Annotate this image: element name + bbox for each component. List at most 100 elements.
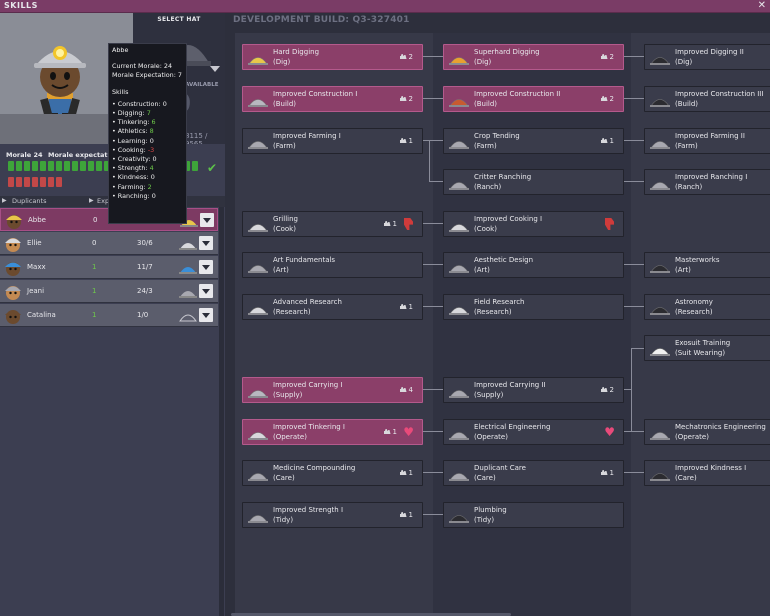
skill-critter-ranching[interactable]: Critter Ranching (Ranch) bbox=[443, 169, 624, 195]
duplicant-name: Maxx bbox=[27, 263, 46, 271]
avatar bbox=[5, 310, 21, 324]
morale-segment bbox=[56, 161, 62, 171]
skill-cost: 2 bbox=[400, 53, 413, 61]
tooltip-attribute: • Athletics: 8 bbox=[112, 127, 154, 136]
tooltip-skills-header: Skills bbox=[112, 87, 129, 96]
skill-name: Plumbing (Tidy) bbox=[474, 506, 507, 524]
hat-dropdown-button[interactable] bbox=[199, 308, 213, 322]
skill-cost: 2 bbox=[400, 95, 413, 103]
skill-improved-construction-ii[interactable]: Improved Construction II (Build) 2 bbox=[443, 86, 624, 112]
skill-hat-icon bbox=[449, 307, 469, 315]
sort-icon[interactable]: ▶ bbox=[2, 197, 7, 204]
skill-medicine-compounding[interactable]: Medicine Compounding (Care) 1 bbox=[242, 460, 423, 486]
duplicant-row-ellie[interactable]: Ellie 0 30/6 bbox=[0, 232, 218, 255]
skill-hat-icon bbox=[449, 473, 469, 481]
duplicant-name: Jeani bbox=[27, 287, 45, 295]
skill-name: Improved Ranching I (Ranch) bbox=[675, 173, 748, 191]
hat-dropdown-button[interactable] bbox=[199, 260, 213, 274]
close-icon[interactable]: ✕ bbox=[758, 0, 766, 11]
tooltip-attribute: • Strength: 4 bbox=[112, 164, 154, 173]
hat-dropdown-button[interactable] bbox=[199, 284, 213, 298]
skill-superhard-digging[interactable]: Superhard Digging (Dig) 2 bbox=[443, 44, 624, 70]
morale-segment bbox=[80, 161, 86, 171]
skill-aesthetic-design[interactable]: Aesthetic Design (Art) bbox=[443, 252, 624, 278]
avatar bbox=[5, 238, 21, 252]
avatar bbox=[5, 262, 21, 276]
skill-hat-icon bbox=[650, 99, 670, 107]
skill-grilling[interactable]: Grilling (Cook) 1 bbox=[242, 211, 423, 237]
skill-duplicant-care[interactable]: Duplicant Care (Care) 1 bbox=[443, 460, 624, 486]
skill-hat-icon bbox=[650, 348, 670, 356]
tooltip-attribute: • Digging: 7 bbox=[112, 109, 151, 118]
skill-hat-icon bbox=[650, 141, 670, 149]
skill-name: Astronomy (Research) bbox=[675, 298, 713, 316]
skill-name: Masterworks (Art) bbox=[675, 256, 720, 274]
duplicant-row-catalina[interactable]: Catalina 1 1/0 bbox=[0, 304, 218, 327]
skill-name: Improved Cooking I (Cook) bbox=[474, 215, 543, 233]
skill-name: Superhard Digging (Dig) bbox=[474, 48, 540, 66]
skill-exosuit-training[interactable]: Exosuit Training (Suit Wearing) bbox=[644, 335, 770, 361]
list-scrollbar[interactable] bbox=[219, 207, 224, 616]
skill-astronomy[interactable]: Astronomy (Research) bbox=[644, 294, 770, 320]
duplicant-row-jeani[interactable]: Jeani 1 24/3 bbox=[0, 280, 218, 303]
skill-cost: 2 bbox=[601, 53, 614, 61]
skill-cost: 1 bbox=[400, 303, 413, 311]
duplicant-name: Catalina bbox=[27, 311, 56, 319]
tooltip-morale: Current Morale: 24 bbox=[112, 62, 173, 71]
duplicant-morale-ratio: 1/0 bbox=[137, 311, 149, 319]
skill-name: Improved Carrying I (Supply) bbox=[273, 381, 343, 399]
hat-icon bbox=[179, 314, 197, 322]
skill-improved-farming-i[interactable]: Improved Farming I (Farm) 1 bbox=[242, 128, 423, 154]
skill-crop-tending[interactable]: Crop Tending (Farm) 1 bbox=[443, 128, 624, 154]
skill-plumbing[interactable]: Plumbing (Tidy) bbox=[443, 502, 624, 528]
chevron-down-icon[interactable] bbox=[210, 66, 220, 72]
duplicant-panel: SELECT HAT SKILL POINTS AVAILABLE 0 8115… bbox=[0, 13, 225, 616]
skill-hat-icon bbox=[449, 182, 469, 190]
duplicant-row-maxx[interactable]: Maxx 1 11/7 bbox=[0, 256, 218, 279]
morale-label: Morale 24 bbox=[6, 151, 43, 159]
skill-hard-digging[interactable]: Hard Digging (Dig) 2 bbox=[242, 44, 423, 70]
skill-name: Improved Kindness I (Care) bbox=[675, 464, 747, 482]
morale-segment bbox=[64, 161, 70, 171]
hat-dropdown-button[interactable] bbox=[199, 236, 213, 250]
skill-improved-tinkering-i[interactable]: Improved Tinkering I (Operate) 1 ♥ bbox=[242, 419, 423, 445]
skill-hat-icon bbox=[449, 390, 469, 398]
morale-segment bbox=[48, 161, 54, 171]
hat-icon bbox=[179, 267, 197, 274]
header-duplicants[interactable]: Duplicants bbox=[12, 197, 46, 205]
skill-electrical-engineering[interactable]: Electrical Engineering (Operate) ♥ bbox=[443, 419, 624, 445]
skill-cost: 1 bbox=[400, 469, 413, 477]
skill-improved-digging-ii[interactable]: Improved Digging II (Dig) bbox=[644, 44, 770, 70]
skill-hat-icon bbox=[650, 307, 670, 315]
hat-icon bbox=[179, 291, 197, 298]
skill-field-research[interactable]: Field Research (Research) bbox=[443, 294, 624, 320]
tier-column-1 bbox=[235, 33, 435, 616]
sort-icon[interactable]: ▶ bbox=[89, 197, 94, 204]
duplicant-skill-points: 1 bbox=[92, 287, 97, 295]
skill-name: Improved Farming I (Farm) bbox=[273, 132, 341, 150]
skill-name: Exosuit Training (Suit Wearing) bbox=[675, 339, 731, 357]
skill-improved-construction-i[interactable]: Improved Construction I (Build) 2 bbox=[242, 86, 423, 112]
skill-hat-icon bbox=[248, 224, 268, 232]
skill-hat-icon bbox=[449, 432, 469, 440]
skill-improved-cooking-i[interactable]: Improved Cooking I (Cook) bbox=[443, 211, 624, 237]
skill-improved-carrying-ii[interactable]: Improved Carrying II (Supply) 2 bbox=[443, 377, 624, 403]
tooltip-attribute: • Tinkering: 6 bbox=[112, 118, 156, 127]
skill-improved-kindness-i[interactable]: Improved Kindness I (Care) bbox=[644, 460, 770, 486]
skill-improved-strength-i[interactable]: Improved Strength I (Tidy) 1 bbox=[242, 502, 423, 528]
skill-name: Improved Digging II (Dig) bbox=[675, 48, 744, 66]
skill-improved-ranching-i[interactable]: Improved Ranching I (Ranch) bbox=[644, 169, 770, 195]
skill-art-fundamentals[interactable]: Art Fundamentals (Art) bbox=[242, 252, 423, 278]
skill-masterworks[interactable]: Masterworks (Art) bbox=[644, 252, 770, 278]
morale-segment bbox=[96, 161, 102, 171]
skill-improved-carrying-i[interactable]: Improved Carrying I (Supply) 4 bbox=[242, 377, 423, 403]
skill-improved-construction-iii[interactable]: Improved Construction III (Build) bbox=[644, 86, 770, 112]
duplicant-morale-ratio: 30/6 bbox=[137, 239, 153, 247]
skill-improved-farming-ii[interactable]: Improved Farming II (Farm) bbox=[644, 128, 770, 154]
skill-hat-icon bbox=[650, 473, 670, 481]
skill-mechatronics-engineering[interactable]: Mechatronics Engineering (Operate) bbox=[644, 419, 770, 445]
skill-advanced-research[interactable]: Advanced Research (Research) 1 bbox=[242, 294, 423, 320]
hat-dropdown-button[interactable] bbox=[200, 213, 214, 227]
tooltip-name: Abbe bbox=[112, 46, 129, 54]
heart-icon: ♥ bbox=[604, 425, 615, 439]
